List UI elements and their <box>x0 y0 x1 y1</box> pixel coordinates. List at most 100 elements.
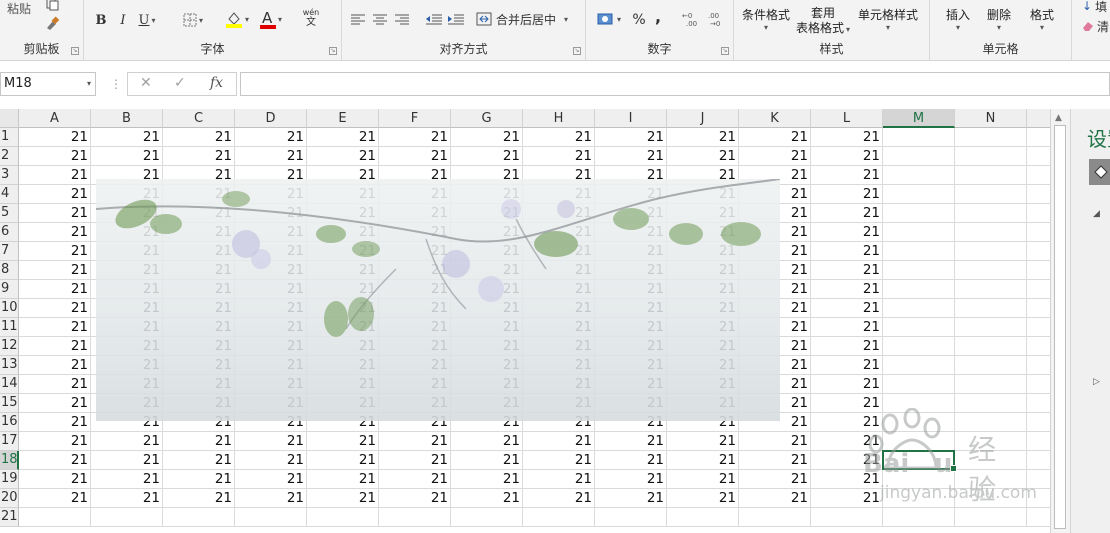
cancel-icon[interactable]: ✕ <box>140 75 152 91</box>
cell-l5[interactable]: 21 <box>811 204 883 223</box>
cell-n3[interactable] <box>955 166 1027 185</box>
vertical-scrollbar[interactable]: ▲ <box>1050 109 1070 533</box>
cell-h17[interactable]: 21 <box>523 432 595 451</box>
bold-button[interactable]: B <box>92 10 110 30</box>
cell-n6[interactable] <box>955 223 1027 242</box>
cell-d19[interactable]: 21 <box>235 470 307 489</box>
cell-h21[interactable] <box>523 508 595 527</box>
clear-button[interactable]: 清 <box>1082 18 1110 34</box>
cell-d1[interactable]: 21 <box>235 128 307 147</box>
cell-m8[interactable] <box>883 261 955 280</box>
cell-c17[interactable]: 21 <box>163 432 235 451</box>
row-header-17[interactable]: 17 <box>0 432 19 451</box>
cell-k1[interactable]: 21 <box>739 128 811 147</box>
font-launcher-icon[interactable]: ↘ <box>329 47 337 55</box>
cell-l11[interactable]: 21 <box>811 318 883 337</box>
cell-a21[interactable] <box>19 508 91 527</box>
cell-i21[interactable] <box>595 508 667 527</box>
cell-styles-button[interactable]: 单元格样式 ▾ <box>858 6 918 32</box>
cell-n15[interactable] <box>955 394 1027 413</box>
cell-m12[interactable] <box>883 337 955 356</box>
cell-filler[interactable] <box>1027 261 1050 280</box>
cell-g2[interactable]: 21 <box>451 147 523 166</box>
cell-m1[interactable] <box>883 128 955 147</box>
cell-a9[interactable]: 21 <box>19 280 91 299</box>
comma-button[interactable]: , <box>650 6 666 26</box>
increase-indent-icon[interactable] <box>446 10 466 30</box>
cell-m4[interactable] <box>883 185 955 204</box>
cell-a14[interactable]: 21 <box>19 375 91 394</box>
cell-d18[interactable]: 21 <box>235 451 307 470</box>
cell-filler[interactable] <box>1027 394 1050 413</box>
cell-c19[interactable]: 21 <box>163 470 235 489</box>
insert-function-button[interactable]: fx <box>210 75 223 91</box>
cell-n4[interactable] <box>955 185 1027 204</box>
cell-g1[interactable]: 21 <box>451 128 523 147</box>
cell-filler[interactable] <box>1027 318 1050 337</box>
align-right-icon[interactable] <box>392 10 412 30</box>
cell-j17[interactable]: 21 <box>667 432 739 451</box>
cell-g19[interactable]: 21 <box>451 470 523 489</box>
column-header-i[interactable]: I <box>595 109 667 128</box>
cell-c2[interactable]: 21 <box>163 147 235 166</box>
cell-filler[interactable] <box>1027 451 1050 470</box>
cell-m6[interactable] <box>883 223 955 242</box>
column-header-h[interactable]: H <box>523 109 595 128</box>
cell-b18[interactable]: 21 <box>91 451 163 470</box>
cell-k2[interactable]: 21 <box>739 147 811 166</box>
column-header-e[interactable]: E <box>307 109 379 128</box>
cell-filler[interactable] <box>1027 204 1050 223</box>
cell-f21[interactable] <box>379 508 451 527</box>
decrease-indent-icon[interactable] <box>424 10 444 30</box>
italic-button[interactable]: I <box>114 10 132 30</box>
row-header-8[interactable]: 8 <box>0 261 19 280</box>
cell-a13[interactable]: 21 <box>19 356 91 375</box>
cell-l12[interactable]: 21 <box>811 337 883 356</box>
cell-e18[interactable]: 21 <box>307 451 379 470</box>
row-header-6[interactable]: 6 <box>0 223 19 242</box>
cell-a4[interactable]: 21 <box>19 185 91 204</box>
cell-h19[interactable]: 21 <box>523 470 595 489</box>
cell-m9[interactable] <box>883 280 955 299</box>
cell-g18[interactable]: 21 <box>451 451 523 470</box>
cell-a15[interactable]: 21 <box>19 394 91 413</box>
row-header-7[interactable]: 7 <box>0 242 19 261</box>
fill-button[interactable]: ↓ 填 <box>1082 0 1110 14</box>
cell-c1[interactable]: 21 <box>163 128 235 147</box>
cell-n11[interactable] <box>955 318 1027 337</box>
cell-a18[interactable]: 21 <box>19 451 91 470</box>
cell-b17[interactable]: 21 <box>91 432 163 451</box>
cell-k18[interactable]: 21 <box>739 451 811 470</box>
cell-l9[interactable]: 21 <box>811 280 883 299</box>
percent-button[interactable]: % <box>630 10 648 30</box>
cell-e1[interactable]: 21 <box>307 128 379 147</box>
cell-n14[interactable] <box>955 375 1027 394</box>
cell-filler[interactable] <box>1027 299 1050 318</box>
cell-b2[interactable]: 21 <box>91 147 163 166</box>
cell-c20[interactable]: 21 <box>163 489 235 508</box>
cell-a11[interactable]: 21 <box>19 318 91 337</box>
phonetic-guide-button[interactable]: wén 文 <box>296 6 326 30</box>
cell-m13[interactable] <box>883 356 955 375</box>
cell-c21[interactable] <box>163 508 235 527</box>
cell-a12[interactable]: 21 <box>19 337 91 356</box>
row-header-11[interactable]: 11 <box>0 318 19 337</box>
column-header-n[interactable]: N <box>955 109 1027 128</box>
name-box[interactable]: M18 ▾ <box>0 72 96 96</box>
cell-m2[interactable] <box>883 147 955 166</box>
cell-m14[interactable] <box>883 375 955 394</box>
cell-j1[interactable]: 21 <box>667 128 739 147</box>
cell-j19[interactable]: 21 <box>667 470 739 489</box>
format-button[interactable]: 格式 ▾ <box>1030 6 1054 32</box>
row-header-12[interactable]: 12 <box>0 337 19 356</box>
cell-a8[interactable]: 21 <box>19 261 91 280</box>
cell-m5[interactable] <box>883 204 955 223</box>
cell-k17[interactable]: 21 <box>739 432 811 451</box>
fill-color-button[interactable]: ▾ <box>222 8 252 30</box>
cell-n2[interactable] <box>955 147 1027 166</box>
align-left-icon[interactable] <box>348 10 368 30</box>
cell-f18[interactable]: 21 <box>379 451 451 470</box>
cell-n21[interactable] <box>955 508 1027 527</box>
cell-n1[interactable] <box>955 128 1027 147</box>
inserted-picture[interactable] <box>96 179 780 421</box>
